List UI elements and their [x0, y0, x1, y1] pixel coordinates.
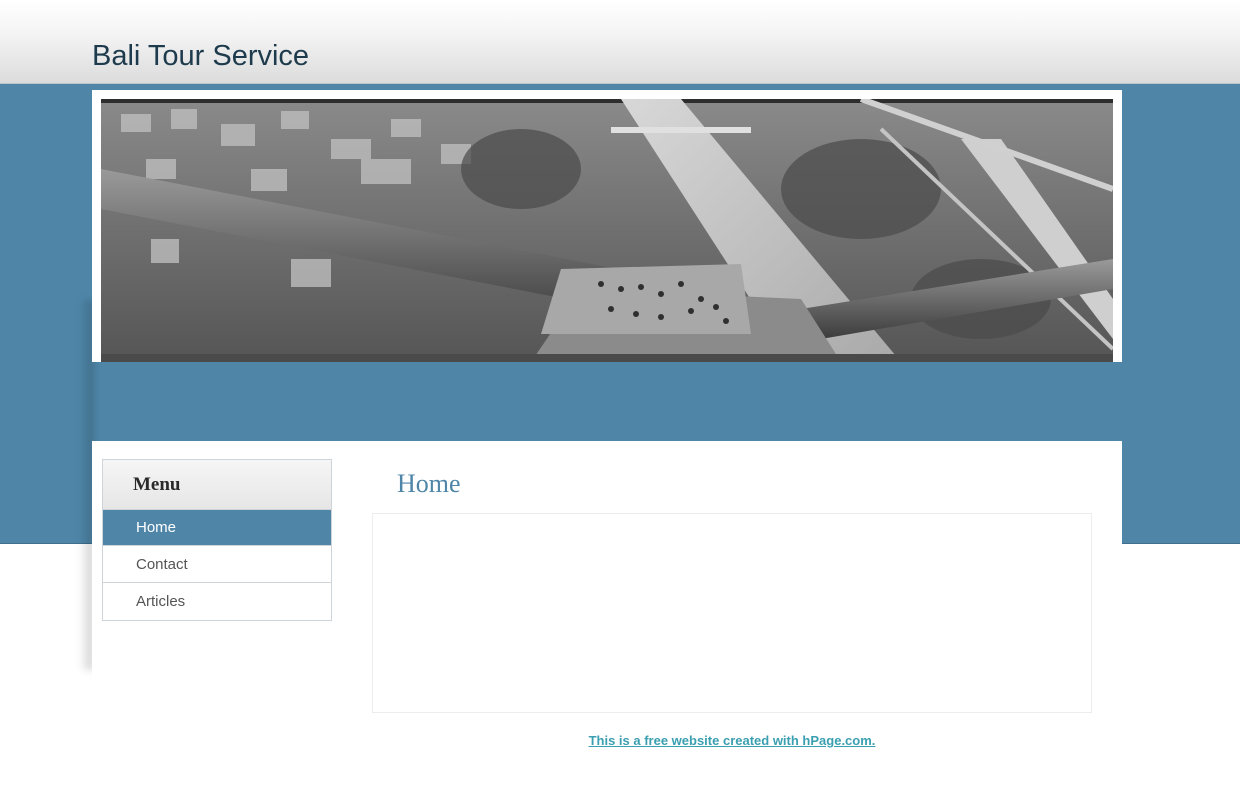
site-header-bar: Bali Tour Service [0, 0, 1240, 84]
menu-item-contact[interactable]: Contact [103, 547, 331, 583]
menu-item-articles[interactable]: Articles [103, 584, 331, 620]
site-title[interactable]: Bali Tour Service [92, 40, 309, 73]
banner-image [101, 99, 1113, 362]
hpage-footer-link[interactable]: This is a free website created with hPag… [372, 733, 1092, 748]
main-content-area [372, 513, 1092, 713]
menu-header: Menu [103, 460, 331, 510]
page-title: Home [397, 469, 461, 498]
menu-item-home[interactable]: Home [103, 510, 331, 546]
sidebar-menu: Menu Home Contact Articles [102, 459, 332, 621]
menu-title: Menu [133, 474, 181, 495]
banner-photo-graphic [101, 99, 1113, 362]
